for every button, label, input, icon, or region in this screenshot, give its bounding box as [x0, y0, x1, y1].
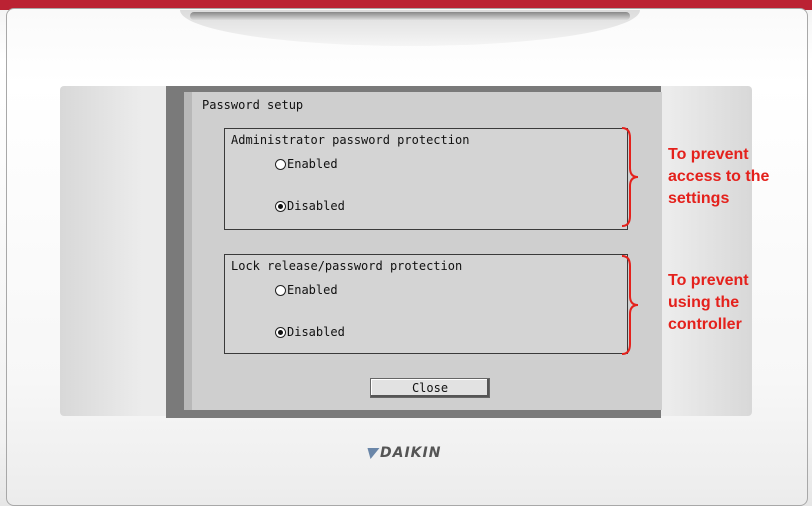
lock-disabled-radio[interactable]: Disabled [275, 325, 345, 339]
daikin-logo: DAIKIN [364, 445, 442, 461]
radio-on-icon [275, 326, 286, 338]
annotation-text-settings: To prevent access to the settings [668, 146, 770, 207]
option-label: Enabled [287, 283, 338, 297]
lock-release-group: Lock release/password protection Enabled… [224, 254, 628, 354]
lock-enabled-radio[interactable]: Enabled [275, 283, 338, 297]
device-top-bar [190, 12, 630, 20]
daikin-logo-icon [364, 447, 380, 459]
logo-text: DAIKIN [380, 445, 442, 461]
radio-on-icon [275, 200, 286, 212]
option-label: Disabled [287, 199, 345, 213]
close-button[interactable]: Close [370, 378, 490, 398]
admin-disabled-radio[interactable]: Disabled [275, 199, 345, 213]
controller-device: Password setup Administrator password pr… [0, 0, 812, 506]
option-label: Disabled [287, 325, 345, 339]
radio-off-icon [275, 158, 286, 170]
page-title: Password setup [202, 98, 304, 112]
lcd-screen: Password setup Administrator password pr… [184, 92, 662, 410]
admin-enabled-radio[interactable]: Enabled [275, 157, 338, 171]
annotation-brace-2 [618, 254, 640, 356]
radio-off-icon [275, 284, 286, 296]
option-label: Enabled [287, 157, 338, 171]
group-label: Administrator password protection [231, 133, 470, 147]
admin-password-group: Administrator password protection Enable… [224, 128, 628, 230]
annotation-brace-1 [618, 126, 640, 228]
group-label: Lock release/password protection [231, 259, 463, 273]
annotation-text-controller: To prevent using the controller [668, 272, 749, 333]
